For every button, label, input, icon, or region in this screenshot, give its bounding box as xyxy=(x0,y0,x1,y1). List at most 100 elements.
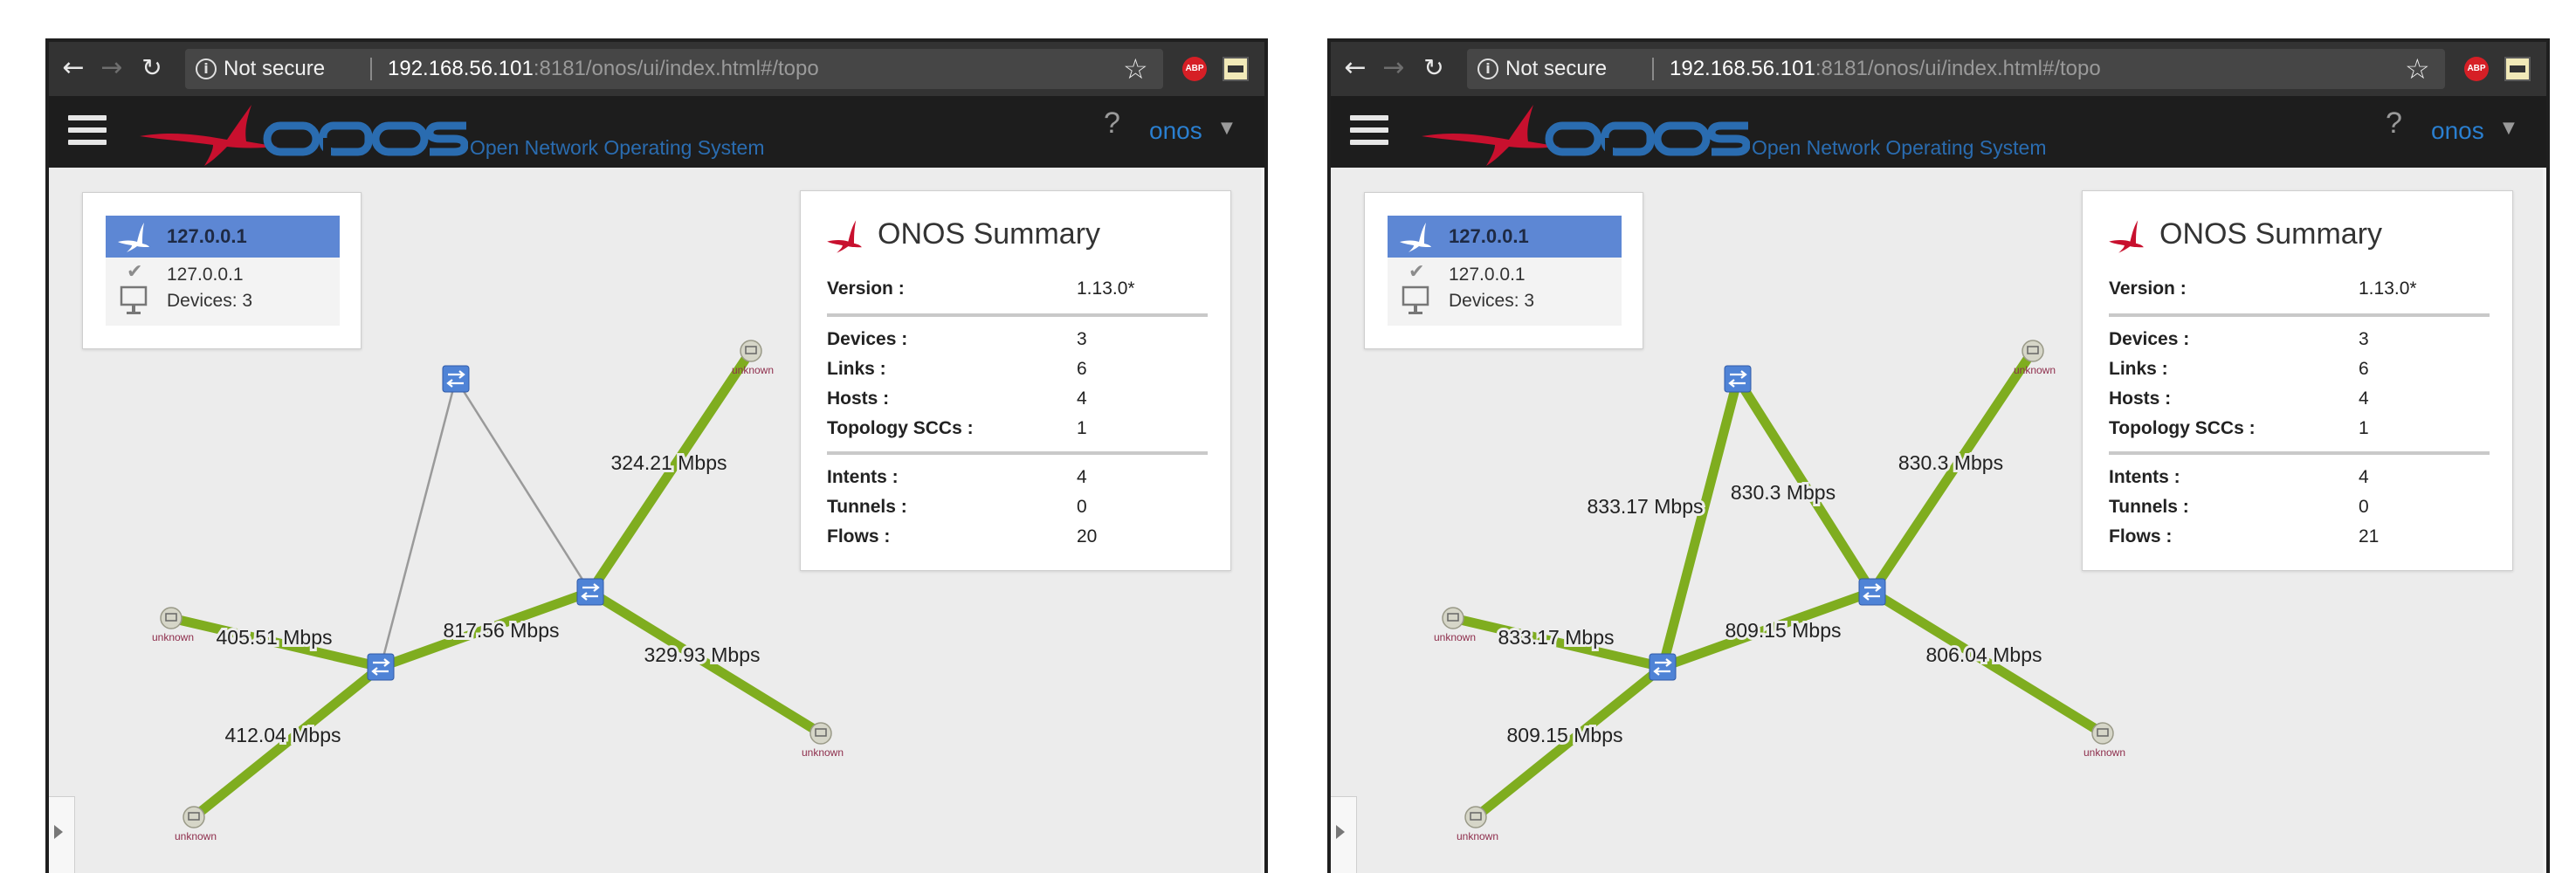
summary-row: Links : 6 xyxy=(827,359,1211,388)
host-icon[interactable] xyxy=(160,607,183,629)
summary-label: Tunnels : xyxy=(827,497,907,517)
host-icon[interactable] xyxy=(2091,722,2114,745)
chevron-down-icon[interactable]: ▼ xyxy=(2503,119,2515,137)
summary-row: Devices : 3 xyxy=(827,329,1211,359)
link-bandwidth-label: 809.15 Mbps xyxy=(1725,619,1842,642)
link-bandwidth-label: 830.3 Mbps xyxy=(1731,481,1836,504)
address-bar[interactable]: i Not secure 192.168.56.101:8181/onos/ui… xyxy=(185,49,1163,89)
onos-masthead: Open Network Operating System ? onos ▼ xyxy=(1331,96,2546,168)
link-bandwidth-label: 817.56 Mbps xyxy=(444,619,560,642)
help-icon[interactable]: ? xyxy=(2386,107,2402,141)
host-icon[interactable] xyxy=(1464,806,1487,828)
host-icon[interactable] xyxy=(183,806,205,828)
summary-value: 6 xyxy=(1077,359,1087,379)
link-bandwidth-label: 405.51 Mbps xyxy=(217,626,333,649)
help-icon[interactable]: ? xyxy=(1104,107,1120,141)
host-label: unknown xyxy=(175,830,217,842)
summary-title: ONOS Summary xyxy=(878,217,1101,251)
instance-header[interactable]: 127.0.0.1 xyxy=(1388,216,1622,258)
kebab-menu-icon[interactable]: ⋮ xyxy=(2546,49,2550,87)
summary-label: Flows : xyxy=(827,526,891,546)
link-bandwidth-label: 833.17 Mbps xyxy=(1498,626,1615,649)
user-menu[interactable]: onos xyxy=(2431,117,2484,145)
url-path: :8181/onos/ui/index.html#/topo xyxy=(533,57,819,80)
forward-icon[interactable]: → xyxy=(94,51,129,86)
summary-value: 4 xyxy=(1077,388,1087,409)
summary-row: Intents : 4 xyxy=(827,467,1211,497)
host-label: unknown xyxy=(2084,746,2125,759)
switch-device-icon[interactable] xyxy=(1858,578,1886,606)
onos-bird-icon xyxy=(1400,223,1431,252)
summary-label: Version : xyxy=(827,278,905,299)
forward-icon[interactable]: → xyxy=(1376,51,1411,86)
back-icon[interactable]: ← xyxy=(56,51,91,86)
info-icon[interactable]: i xyxy=(1477,58,1498,79)
kebab-menu-icon[interactable]: ⋮ xyxy=(1264,49,1268,87)
url-text[interactable]: 192.168.56.101:8181/onos/ui/index.html#/… xyxy=(388,49,819,89)
summary-row: Topology SCCs : 1 xyxy=(827,418,1211,448)
switch-device-icon[interactable] xyxy=(1724,365,1752,393)
host-label: unknown xyxy=(152,631,194,643)
details-panel-toggle[interactable] xyxy=(1331,796,1357,873)
chevron-right-icon xyxy=(54,825,63,839)
summary-value: 6 xyxy=(2359,359,2369,379)
instance-panel: 127.0.0.1 ✔ 127.0.0.1 Devices: 3 xyxy=(82,192,362,349)
instance-ip: 127.0.0.1 xyxy=(1449,265,1526,285)
summary-label: Hosts : xyxy=(2109,388,2172,409)
switch-device-icon[interactable] xyxy=(1649,653,1677,681)
onos-logo xyxy=(140,105,468,166)
reload-icon[interactable]: ↻ xyxy=(1416,51,1451,86)
summary-row: Tunnels : 0 xyxy=(827,497,1211,526)
info-icon[interactable]: i xyxy=(196,58,217,79)
host-icon[interactable] xyxy=(1442,607,1464,629)
instance-details: ✔ 127.0.0.1 Devices: 3 xyxy=(1388,258,1622,326)
back-icon[interactable]: ← xyxy=(1338,51,1373,86)
host-icon[interactable] xyxy=(740,340,762,362)
switch-device-icon[interactable] xyxy=(367,653,395,681)
switch-device-icon[interactable] xyxy=(442,365,470,393)
reload-icon[interactable]: ↻ xyxy=(134,51,169,86)
instance-header[interactable]: 127.0.0.1 xyxy=(106,216,340,258)
star-icon[interactable]: ☆ xyxy=(2405,51,2430,87)
instance-devices: Devices: 3 xyxy=(1449,291,1535,311)
host-icon[interactable] xyxy=(2022,340,2044,362)
instance-title: 127.0.0.1 xyxy=(167,225,247,247)
summary-value: 21 xyxy=(2359,526,2380,546)
summary-row: Links : 6 xyxy=(2109,359,2493,388)
star-icon[interactable]: ☆ xyxy=(1123,51,1148,87)
summary-title: ONOS Summary xyxy=(2159,217,2383,251)
topology-view[interactable]: 324.21 Mbps 817.56 Mbps 329.93 Mbps 405.51 … xyxy=(49,168,1264,873)
monitor-icon xyxy=(1402,285,1429,314)
user-menu[interactable]: onos xyxy=(1149,117,1202,145)
summary-label: Devices : xyxy=(2109,329,2190,349)
not-secure-label: Not secure xyxy=(1505,57,1608,80)
url-text[interactable]: 192.168.56.101:8181/onos/ui/index.html#/… xyxy=(1670,49,2101,89)
extension-icon[interactable] xyxy=(1223,57,1249,81)
summary-value: 4 xyxy=(2359,467,2369,487)
summary-row: Hosts : 4 xyxy=(2109,388,2493,418)
topology-view[interactable]: 830.3 Mbps 809.15 Mbps 806.04 Mbps 833.17 M… xyxy=(1331,168,2546,873)
host-label: unknown xyxy=(1457,830,1498,842)
link-bandwidth-label: 830.3 Mbps xyxy=(1898,451,2003,474)
summary-value: 4 xyxy=(1077,467,1087,487)
summary-value: 1 xyxy=(1077,418,1087,438)
summary-label: Topology SCCs : xyxy=(2109,418,2256,438)
switch-device-icon[interactable] xyxy=(576,578,604,606)
hamburger-menu-icon[interactable] xyxy=(68,115,107,145)
summary-row: Topology SCCs : 1 xyxy=(2109,418,2493,448)
extension-icon[interactable] xyxy=(2504,57,2531,81)
summary-row: Version : 1.13.0* xyxy=(827,278,1211,308)
address-bar[interactable]: i Not secure 192.168.56.101:8181/onos/ui… xyxy=(1467,49,2445,89)
instance-panel: 127.0.0.1 ✔ 127.0.0.1 Devices: 3 xyxy=(1364,192,1643,349)
details-panel-toggle[interactable] xyxy=(49,796,75,873)
url-host: 192.168.56.101 xyxy=(388,57,534,80)
summary-value: 1.13.0* xyxy=(2359,278,2417,299)
chevron-down-icon[interactable]: ▼ xyxy=(1221,119,1233,137)
adblock-icon[interactable]: ABP xyxy=(2464,57,2489,81)
host-icon[interactable] xyxy=(809,722,832,745)
topology-link[interactable] xyxy=(454,378,592,593)
onos-masthead: Open Network Operating System ? onos ▼ xyxy=(49,96,1264,168)
summary-row: Version : 1.13.0* xyxy=(2109,278,2493,308)
adblock-icon[interactable]: ABP xyxy=(1182,57,1207,81)
hamburger-menu-icon[interactable] xyxy=(1350,115,1388,145)
